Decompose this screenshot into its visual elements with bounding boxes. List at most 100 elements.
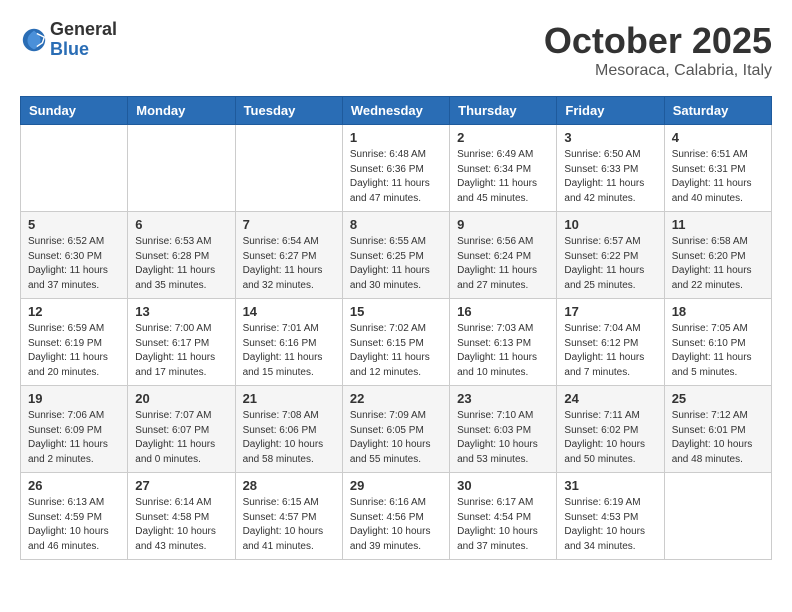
title-section: October 2025 Mesoraca, Calabria, Italy [544,20,772,80]
day-info: Sunrise: 6:54 AMSunset: 6:27 PMDaylight:… [243,235,335,293]
day-info: Sunrise: 6:59 AMSunset: 6:19 PMDaylight:… [28,322,120,380]
day-number: 23 [457,391,549,406]
day-info: Sunrise: 7:07 AMSunset: 6:07 PMDaylight:… [135,409,227,467]
day-number: 31 [564,478,656,493]
day-number: 17 [564,304,656,319]
table-row: 4 Sunrise: 6:51 AMSunset: 6:31 PMDaylight… [664,125,771,212]
header-wednesday: Wednesday [342,97,449,125]
table-row: 24Sunrise: 7:11 AMSunset: 6:02 PMDayligh… [557,386,664,473]
day-info: Sunrise: 6:13 AMSunset: 4:59 PMDaylight:… [28,496,120,554]
day-number: 1 [350,130,442,145]
day-number: 9 [457,217,549,232]
day-info: Sunrise: 7:08 AMSunset: 6:06 PMDaylight:… [243,409,335,467]
table-row: 19Sunrise: 7:06 AMSunset: 6:09 PMDayligh… [21,386,128,473]
day-info: Sunrise: 6:55 AMSunset: 6:25 PMDaylight:… [350,235,442,293]
day-info: Sunrise: 6:50 AMSunset: 6:33 PMDaylight:… [564,148,656,206]
day-number: 13 [135,304,227,319]
header-thursday: Thursday [450,97,557,125]
day-number: 6 [135,217,227,232]
day-number: 2 [457,130,549,145]
calendar-header-row: Sunday Monday Tuesday Wednesday Thursday… [21,97,772,125]
day-number: 29 [350,478,442,493]
day-info: Sunrise: 6:52 AMSunset: 6:30 PMDaylight:… [28,235,120,293]
day-number: 14 [243,304,335,319]
table-row [21,125,128,212]
day-number: 18 [672,304,764,319]
day-info: Sunrise: 6:15 AMSunset: 4:57 PMDaylight:… [243,496,335,554]
table-row: 2 Sunrise: 6:49 AMSunset: 6:34 PMDaylight… [450,125,557,212]
table-row: 31Sunrise: 6:19 AMSunset: 4:53 PMDayligh… [557,473,664,560]
table-row: 12 Sunrise: 6:59 AMSunset: 6:19 PMDayligh… [21,299,128,386]
logo-blue-text: Blue [50,40,117,60]
day-info: Sunrise: 7:10 AMSunset: 6:03 PMDaylight:… [457,409,549,467]
table-row: 1 Sunrise: 6:48 AMSunset: 6:36 PMDaylight… [342,125,449,212]
day-info: Sunrise: 7:09 AMSunset: 6:05 PMDaylight:… [350,409,442,467]
table-row: 29Sunrise: 6:16 AMSunset: 4:56 PMDayligh… [342,473,449,560]
day-number: 28 [243,478,335,493]
day-info: Sunrise: 7:00 AMSunset: 6:17 PMDaylight:… [135,322,227,380]
table-row: 28 Sunrise: 6:15 AMSunset: 4:57 PMDayligh… [235,473,342,560]
day-info: Sunrise: 7:11 AMSunset: 6:02 PMDaylight:… [564,409,656,467]
table-row: 18Sunrise: 7:05 AMSunset: 6:10 PMDayligh… [664,299,771,386]
table-row: 8Sunrise: 6:55 AMSunset: 6:25 PMDaylight… [342,212,449,299]
table-row [128,125,235,212]
table-row: 30 Sunrise: 6:17 AMSunset: 4:54 PMDayligh… [450,473,557,560]
table-row: 10 Sunrise: 6:57 AMSunset: 6:22 PMDayligh… [557,212,664,299]
day-number: 21 [243,391,335,406]
day-number: 7 [243,217,335,232]
table-row [235,125,342,212]
week-row-5: 26Sunrise: 6:13 AMSunset: 4:59 PMDayligh… [21,473,772,560]
header-saturday: Saturday [664,97,771,125]
page-header: General Blue October 2025 Mesoraca, Cala… [20,20,772,80]
calendar-table: Sunday Monday Tuesday Wednesday Thursday… [20,96,772,560]
table-row: 14Sunrise: 7:01 AMSunset: 6:16 PMDayligh… [235,299,342,386]
day-info: Sunrise: 7:02 AMSunset: 6:15 PMDaylight:… [350,322,442,380]
table-row: 17 Sunrise: 7:04 AMSunset: 6:12 PMDayligh… [557,299,664,386]
day-info: Sunrise: 6:58 AMSunset: 6:20 PMDaylight:… [672,235,764,293]
day-number: 12 [28,304,120,319]
table-row: 16Sunrise: 7:03 AMSunset: 6:13 PMDayligh… [450,299,557,386]
table-row: 20 Sunrise: 7:07 AMSunset: 6:07 PMDayligh… [128,386,235,473]
week-row-1: 1 Sunrise: 6:48 AMSunset: 6:36 PMDaylight… [21,125,772,212]
table-row: 3Sunrise: 6:50 AMSunset: 6:33 PMDaylight… [557,125,664,212]
day-info: Sunrise: 6:14 AMSunset: 4:58 PMDaylight:… [135,496,227,554]
day-number: 15 [350,304,442,319]
day-info: Sunrise: 6:51 AMSunset: 6:31 PMDaylight:… [672,148,764,206]
table-row: 21 Sunrise: 7:08 AMSunset: 6:06 PMDayligh… [235,386,342,473]
header-friday: Friday [557,97,664,125]
day-number: 4 [672,130,764,145]
table-row: 13 Sunrise: 7:00 AMSunset: 6:17 PMDayligh… [128,299,235,386]
day-info: Sunrise: 6:17 AMSunset: 4:54 PMDaylight:… [457,496,549,554]
location: Mesoraca, Calabria, Italy [544,62,772,80]
day-info: Sunrise: 6:56 AMSunset: 6:24 PMDaylight:… [457,235,549,293]
logo-general-text: General [50,20,117,40]
table-row: 5 Sunrise: 6:52 AMSunset: 6:30 PMDaylight… [21,212,128,299]
day-info: Sunrise: 6:48 AMSunset: 6:36 PMDaylight:… [350,148,442,206]
week-row-2: 5 Sunrise: 6:52 AMSunset: 6:30 PMDaylight… [21,212,772,299]
day-number: 19 [28,391,120,406]
logo: General Blue [20,20,117,60]
header-monday: Monday [128,97,235,125]
logo-text: General Blue [50,20,117,60]
day-number: 20 [135,391,227,406]
day-number: 5 [28,217,120,232]
day-number: 30 [457,478,549,493]
day-info: Sunrise: 7:12 AMSunset: 6:01 PMDaylight:… [672,409,764,467]
day-info: Sunrise: 7:04 AMSunset: 6:12 PMDaylight:… [564,322,656,380]
table-row: 9 Sunrise: 6:56 AMSunset: 6:24 PMDaylight… [450,212,557,299]
day-number: 27 [135,478,227,493]
week-row-3: 12 Sunrise: 6:59 AMSunset: 6:19 PMDayligh… [21,299,772,386]
table-row: 7 Sunrise: 6:54 AMSunset: 6:27 PMDaylight… [235,212,342,299]
logo-icon [20,26,48,54]
table-row: 6 Sunrise: 6:53 AMSunset: 6:28 PMDaylight… [128,212,235,299]
table-row [664,473,771,560]
day-number: 25 [672,391,764,406]
day-number: 10 [564,217,656,232]
day-number: 22 [350,391,442,406]
table-row: 26Sunrise: 6:13 AMSunset: 4:59 PMDayligh… [21,473,128,560]
day-info: Sunrise: 6:57 AMSunset: 6:22 PMDaylight:… [564,235,656,293]
header-sunday: Sunday [21,97,128,125]
table-row: 22 Sunrise: 7:09 AMSunset: 6:05 PMDayligh… [342,386,449,473]
day-info: Sunrise: 6:49 AMSunset: 6:34 PMDaylight:… [457,148,549,206]
day-info: Sunrise: 6:53 AMSunset: 6:28 PMDaylight:… [135,235,227,293]
